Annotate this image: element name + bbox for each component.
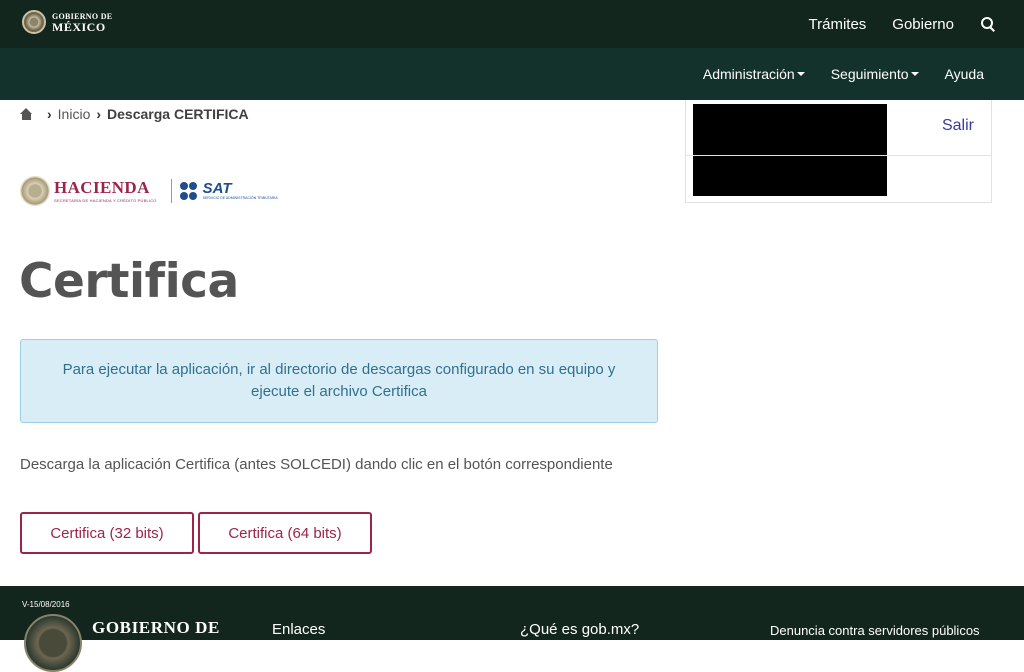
- logo-big-text: MÉXICO: [52, 20, 106, 34]
- info-alert-text: Para ejecutar la aplicación, ir al direc…: [62, 361, 616, 400]
- chevron-right-icon: ›: [47, 106, 52, 122]
- download-32bit-button[interactable]: Certifica (32 bits): [20, 512, 194, 554]
- logo-divider: [170, 179, 172, 203]
- app-nav-bar: Administración Seguimiento Ayuda: [0, 48, 1024, 100]
- footer-que-es-gobmx: ¿Qué es gob.mx?: [520, 621, 640, 638]
- agency-logos: HACIENDA SECRETARÍA DE HACIENDA Y CRÉDIT…: [20, 176, 278, 206]
- download-64bit-button[interactable]: Certifica (64 bits): [198, 512, 372, 554]
- hacienda-subtitle: SECRETARÍA DE HACIENDA Y CRÉDITO PÚBLICO: [54, 198, 157, 203]
- gob-mx-logo[interactable]: GOBIERNO DE MÉXICO: [22, 10, 112, 34]
- sat-title: SAT: [202, 179, 232, 197]
- nav-gobierno[interactable]: Gobierno: [892, 16, 954, 33]
- breadcrumb-current: Descarga CERTIFICA: [107, 106, 249, 122]
- user-panel-divider: [686, 155, 991, 156]
- nav-seguimiento-label: Seguimiento: [830, 66, 909, 82]
- logout-link[interactable]: Salir: [942, 117, 974, 135]
- gob-mx-logo-text: GOBIERNO DE MÉXICO: [52, 12, 112, 34]
- caret-down-icon: [910, 72, 919, 76]
- footer-enlaces: Enlaces: [272, 621, 326, 638]
- hacienda-seal-icon: [20, 176, 50, 206]
- hacienda-logo: HACIENDA SECRETARÍA DE HACIENDA Y CRÉDIT…: [54, 179, 157, 203]
- gov-nav: Trámites Gobierno: [809, 0, 997, 48]
- nav-administracion[interactable]: Administración: [703, 66, 805, 82]
- redacted-user-info: [693, 104, 887, 196]
- download-description: Descarga la aplicación Certifica (antes …: [20, 456, 613, 473]
- nav-ayuda[interactable]: Ayuda: [945, 66, 984, 82]
- nav-administracion-label: Administración: [702, 66, 795, 82]
- footer-denuncia-link[interactable]: Denuncia contra servidores públicos: [770, 623, 980, 638]
- footer-gov-logo: GOBIERNO DE: [92, 618, 220, 637]
- sat-logo-icon: [179, 182, 200, 200]
- gov-header: GOBIERNO DE MÉXICO Trámites Gobierno: [0, 0, 1024, 48]
- sat-subtitle: SERVICIO DE ADMINISTRACIÓN TRIBUTARIA: [202, 195, 278, 200]
- breadcrumb-inicio[interactable]: Inicio: [58, 106, 91, 122]
- page-title: Certifica: [19, 254, 239, 309]
- sat-logo: SAT SERVICIO DE ADMINISTRACIÓN TRIBUTARI…: [202, 179, 278, 201]
- nav-ayuda-label: Ayuda: [944, 66, 984, 82]
- nav-tramites[interactable]: Trámites: [809, 16, 867, 33]
- info-alert: Para ejecutar la aplicación, ir al direc…: [20, 339, 658, 423]
- breadcrumb: › Inicio › Descarga CERTIFICA: [20, 106, 249, 122]
- app-nav: Administración Seguimiento Ayuda: [703, 48, 984, 100]
- mexico-seal-icon: [22, 10, 46, 34]
- footer-seal-icon: [24, 614, 82, 672]
- search-icon[interactable]: [980, 16, 996, 32]
- caret-down-icon: [796, 72, 805, 76]
- home-icon[interactable]: [20, 108, 33, 120]
- version-label: V-15/08/2016: [22, 600, 70, 609]
- user-panel: Salir: [685, 100, 992, 203]
- chevron-right-icon: ›: [96, 106, 102, 122]
- footer: V-15/08/2016 GOBIERNO DE Enlaces ¿Qué es…: [0, 586, 1024, 672]
- nav-seguimiento[interactable]: Seguimiento: [831, 66, 919, 82]
- hacienda-title: HACIENDA: [54, 178, 150, 197]
